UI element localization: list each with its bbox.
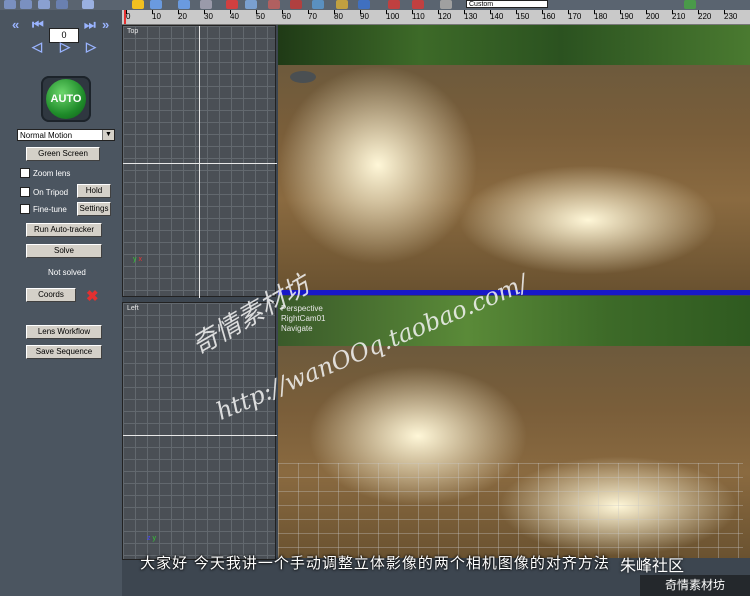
on-tripod-checkbox[interactable]: On Tripod <box>20 187 68 197</box>
ruler-tick: 150 <box>516 10 530 21</box>
camera-view[interactable] <box>278 25 750 290</box>
motion-type-value: Normal Motion <box>20 131 73 140</box>
ruler-tick: 20 <box>178 10 187 21</box>
auto-button[interactable]: AUTO <box>41 76 91 122</box>
ruler-tick: 180 <box>594 10 608 21</box>
ruler-tick: 110 <box>412 10 425 21</box>
lens-workflow-button[interactable]: Lens Workflow <box>26 325 102 339</box>
camera-name: RightCam01 <box>281 314 326 323</box>
prev-frame-icon[interactable]: ◁ <box>32 40 42 54</box>
ruler-tick: 0 <box>126 10 131 21</box>
ground-grid <box>278 463 743 558</box>
ruler-tick: 230 <box>724 10 738 21</box>
camera-icon[interactable] <box>200 0 212 9</box>
top-viewport-title: Top <box>127 28 139 35</box>
on-tripod-label: On Tripod <box>33 187 69 197</box>
preset-dropdown[interactable]: Custom <box>466 0 548 8</box>
xyz-icon[interactable] <box>412 0 424 9</box>
ruler-tick: 90 <box>360 10 369 21</box>
layout-icon[interactable] <box>82 0 94 9</box>
timeline-ruler[interactable]: 0 10 20 30 40 50 60 70 80 90 100 110 120… <box>122 10 750 25</box>
settings-button[interactable]: Settings <box>77 202 111 216</box>
grid-icon[interactable] <box>245 0 257 9</box>
navigate-mode: Navigate <box>281 324 313 333</box>
ruler-tick: 200 <box>646 10 660 21</box>
status-icon <box>684 0 696 9</box>
ruler-tick: 170 <box>568 10 582 21</box>
fine-tune-label: Fine-tune <box>33 204 67 214</box>
z-icon[interactable] <box>132 0 144 9</box>
axis-line <box>123 435 277 436</box>
main-toolbar: Custom <box>0 0 750 10</box>
open-icon[interactable] <box>38 0 50 9</box>
xy-icon[interactable] <box>388 0 400 9</box>
motion-type-select[interactable]: Normal Motion ▼ <box>17 129 115 141</box>
ruler-tick: 220 <box>698 10 712 21</box>
zoom-lens-checkbox[interactable]: Zoom lens <box>20 168 70 178</box>
fine-tune-checkbox[interactable]: Fine-tune <box>20 204 67 214</box>
coords-button[interactable]: Coords <box>26 288 76 302</box>
scale-icon[interactable] <box>290 0 302 9</box>
fast-forward-icon[interactable]: » <box>102 18 109 32</box>
ruler-tick: 210 <box>672 10 686 21</box>
checkbox-box[interactable] <box>20 187 30 197</box>
ruler-tick: 30 <box>204 10 213 21</box>
sphere-icon[interactable] <box>268 0 280 9</box>
ruler-tick: 70 <box>308 10 317 21</box>
axis-gizmo: z y <box>147 535 156 542</box>
water-glint <box>458 165 718 275</box>
axis-line <box>123 163 277 164</box>
green-screen-button[interactable]: Green Screen <box>26 147 100 161</box>
flag-icon[interactable] <box>336 0 348 9</box>
ruler-tick: 160 <box>542 10 556 21</box>
ruler-tick: 50 <box>256 10 265 21</box>
gear-icon[interactable] <box>150 0 162 9</box>
next-frame-icon[interactable]: ▷ <box>86 40 96 54</box>
water-glint <box>278 65 478 265</box>
checkbox-box[interactable] <box>20 204 30 214</box>
save-icon[interactable] <box>56 0 68 9</box>
play-icon[interactable]: ▷ <box>60 40 70 54</box>
ruler-tick: 80 <box>334 10 343 21</box>
redo-icon[interactable] <box>20 0 32 9</box>
step-back-start-icon[interactable]: ⏮ <box>32 18 44 32</box>
auto-label: AUTO <box>46 79 86 119</box>
step-forward-end-icon[interactable]: ⏭ <box>84 18 96 32</box>
corner-sub-logo: 奇情素材坊 <box>640 575 750 596</box>
hold-button[interactable]: Hold <box>77 184 111 198</box>
move-icon[interactable] <box>178 0 190 9</box>
ruler-tick: 10 <box>152 10 161 21</box>
rotate-icon[interactable] <box>358 0 370 9</box>
zoom-lens-label: Zoom lens <box>33 168 71 178</box>
rock <box>290 71 316 83</box>
top-viewport[interactable]: Top y x <box>122 25 277 298</box>
solve-status: Not solved <box>48 268 86 277</box>
axis-gizmo: y x <box>133 256 142 263</box>
rewind-start-icon[interactable]: « <box>12 18 19 32</box>
ruler-tick: 190 <box>620 10 634 21</box>
ruler-tick: 140 <box>490 10 504 21</box>
solve-button[interactable]: Solve <box>26 244 102 258</box>
ruler-tick: 120 <box>438 10 452 21</box>
ruler-tick: 40 <box>230 10 239 21</box>
checkbox-box[interactable] <box>20 168 30 178</box>
undo-icon[interactable] <box>4 0 16 9</box>
left-viewport-title: Left <box>127 305 139 312</box>
pin-icon[interactable] <box>226 0 238 9</box>
run-autotracker-button[interactable]: Run Auto-tracker <box>26 223 102 237</box>
clear-coords-icon[interactable]: ✖ <box>86 287 99 305</box>
key-icon[interactable] <box>440 0 452 9</box>
ruler-tick: 60 <box>282 10 291 21</box>
chevron-down-icon: ▼ <box>102 130 114 140</box>
axis-line <box>199 26 200 298</box>
ruler-tick: 100 <box>386 10 400 21</box>
view-icon[interactable] <box>312 0 324 9</box>
corner-logo: 朱峰社区 <box>620 556 685 575</box>
ruler-tick: 130 <box>464 10 478 21</box>
save-sequence-button[interactable]: Save Sequence <box>26 345 102 359</box>
control-panel: « ⏮ 0 ⏭ » ◁ ▷ ▷ AUTO Normal Motion ▼ Gre… <box>0 10 122 596</box>
